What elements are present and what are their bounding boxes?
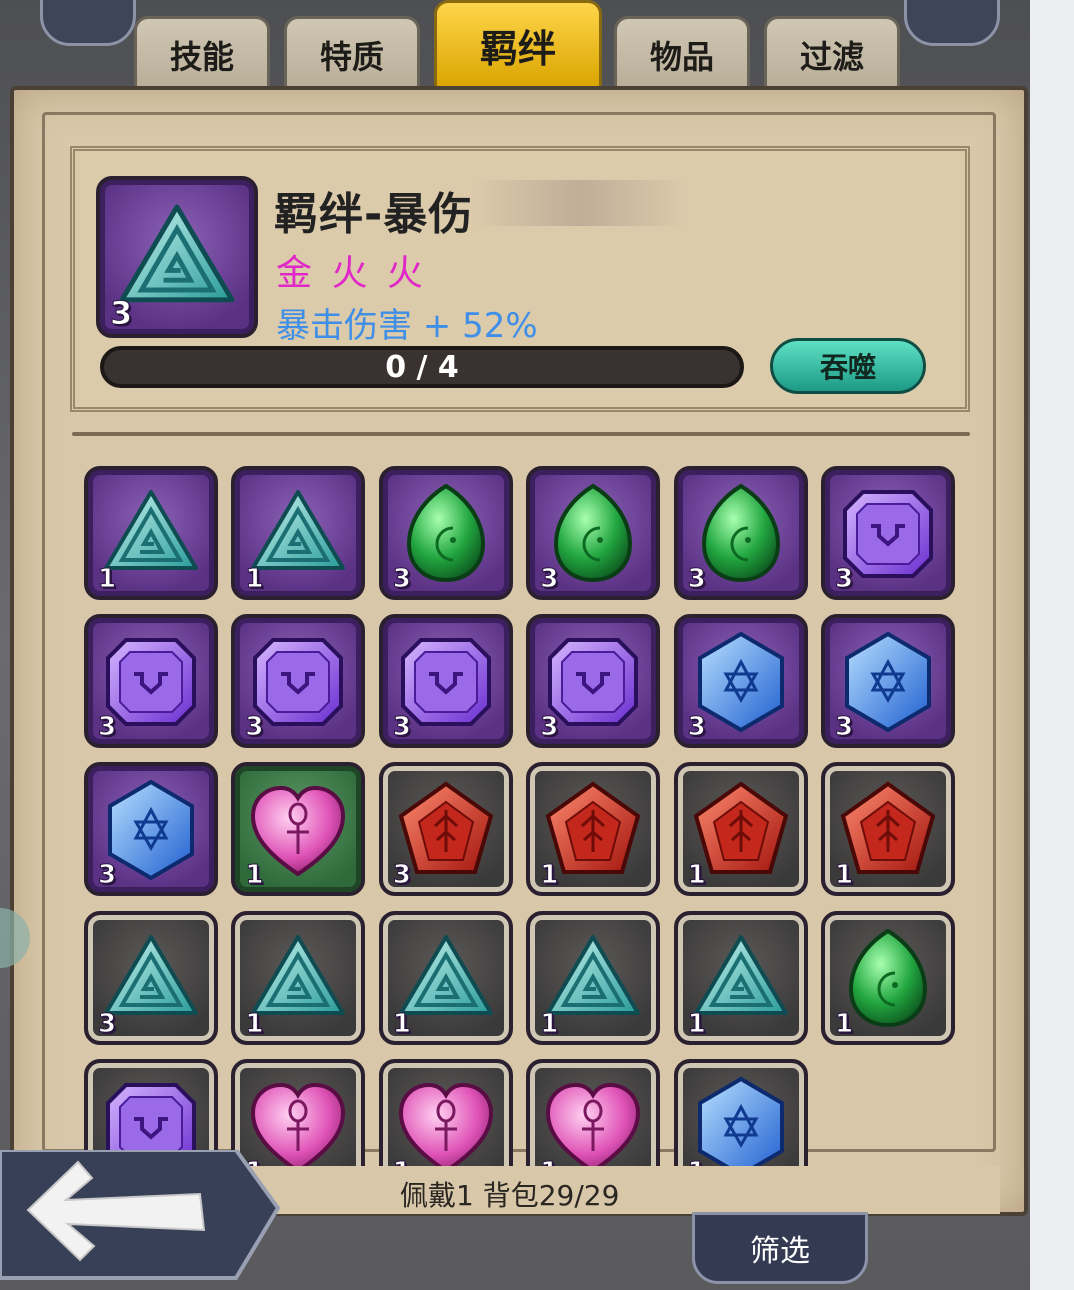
gem-count: 1: [834, 1008, 854, 1039]
gem-slot[interactable]: 1: [231, 910, 366, 1045]
corner-badge-right[interactable]: [904, 0, 1000, 46]
tab-skills[interactable]: 技能: [134, 16, 270, 91]
gem-slot[interactable]: 3: [84, 762, 218, 897]
gem-count: 1: [245, 1008, 264, 1039]
gem-slot[interactable]: 3: [378, 614, 513, 749]
gem-count: 3: [540, 712, 559, 743]
gem-count: 1: [834, 860, 854, 891]
inventory-status: 佩戴1 背包29/29: [400, 1179, 620, 1212]
title-shade: [470, 180, 690, 226]
gem-slot[interactable]: 1: [378, 910, 513, 1045]
gem-slot[interactable]: 3: [84, 614, 218, 749]
tab-bonds[interactable]: 羁绊: [434, 0, 602, 88]
gem-slot[interactable]: 3: [231, 614, 366, 749]
gem-slot[interactable]: 3: [673, 614, 808, 749]
gem-count: 3: [392, 712, 411, 743]
gem-count: 3: [97, 712, 117, 743]
filter-button[interactable]: 筛选: [692, 1212, 868, 1284]
progress-text: 0 / 4: [385, 349, 459, 385]
bond-elements: 金 火 火: [276, 253, 427, 294]
gem-slot[interactable]: 1: [84, 466, 218, 600]
gem-slot[interactable]: 1: [673, 910, 808, 1045]
gem-count: 1: [687, 1008, 706, 1039]
gem-slot[interactable]: 1: [526, 910, 661, 1045]
gem-count: 3: [392, 564, 411, 595]
gem-count: 1: [245, 564, 264, 595]
selected-gem-slot[interactable]: 3: [96, 176, 258, 338]
gem-count: 3: [834, 712, 854, 743]
tab-traits[interactable]: 特质: [284, 16, 420, 91]
back-button[interactable]: [0, 1150, 280, 1280]
bond-effect: 暴击伤害 + 52%: [276, 306, 538, 346]
gem-count: 1: [540, 1008, 559, 1039]
divider: [72, 432, 970, 436]
gem-slot[interactable]: 3: [673, 466, 808, 600]
gem-count: 3: [245, 712, 264, 743]
gem-slot[interactable]: 1: [526, 762, 661, 897]
gem-count: 1: [245, 860, 264, 891]
gem-count: 1: [97, 564, 117, 595]
gem-slot[interactable]: 3: [378, 762, 513, 897]
gem-slot[interactable]: 3: [84, 910, 218, 1045]
gem-count: 1: [687, 860, 706, 891]
gem-count: 3: [687, 564, 706, 595]
gem-slot[interactable]: 1: [821, 910, 955, 1045]
tab-items[interactable]: 物品: [614, 16, 750, 91]
gem-slot[interactable]: 1: [231, 762, 366, 897]
gem-count: 3: [392, 860, 411, 891]
gem-count: 3: [97, 1008, 117, 1039]
progress-bar: 0 / 4: [100, 346, 744, 388]
gem-slot[interactable]: 3: [821, 614, 955, 749]
gem-slot[interactable]: 3: [526, 614, 661, 749]
background-edge: [1030, 0, 1074, 1290]
gem-slot[interactable]: 3: [378, 466, 513, 600]
gem-count: 3: [540, 564, 559, 595]
gem-slot[interactable]: 1: [821, 762, 955, 897]
gem-count: 1: [392, 1008, 411, 1039]
gem-slot[interactable]: 3: [821, 466, 955, 600]
gem-count: 3: [834, 564, 854, 595]
gem-slot[interactable]: 1: [231, 466, 366, 600]
devour-button[interactable]: 吞噬: [770, 338, 926, 394]
gem-slot[interactable]: 1: [673, 762, 808, 897]
gem-count: 3: [687, 712, 706, 743]
gem-count: 3: [97, 860, 117, 891]
bond-title: 羁绊-暴伤: [274, 189, 474, 240]
gem-count: 1: [540, 860, 559, 891]
gem-slot[interactable]: 3: [526, 466, 661, 600]
corner-badge-left[interactable]: [40, 0, 136, 46]
selected-gem-count: 3: [109, 294, 133, 333]
tab-filter[interactable]: 过滤: [764, 16, 900, 91]
